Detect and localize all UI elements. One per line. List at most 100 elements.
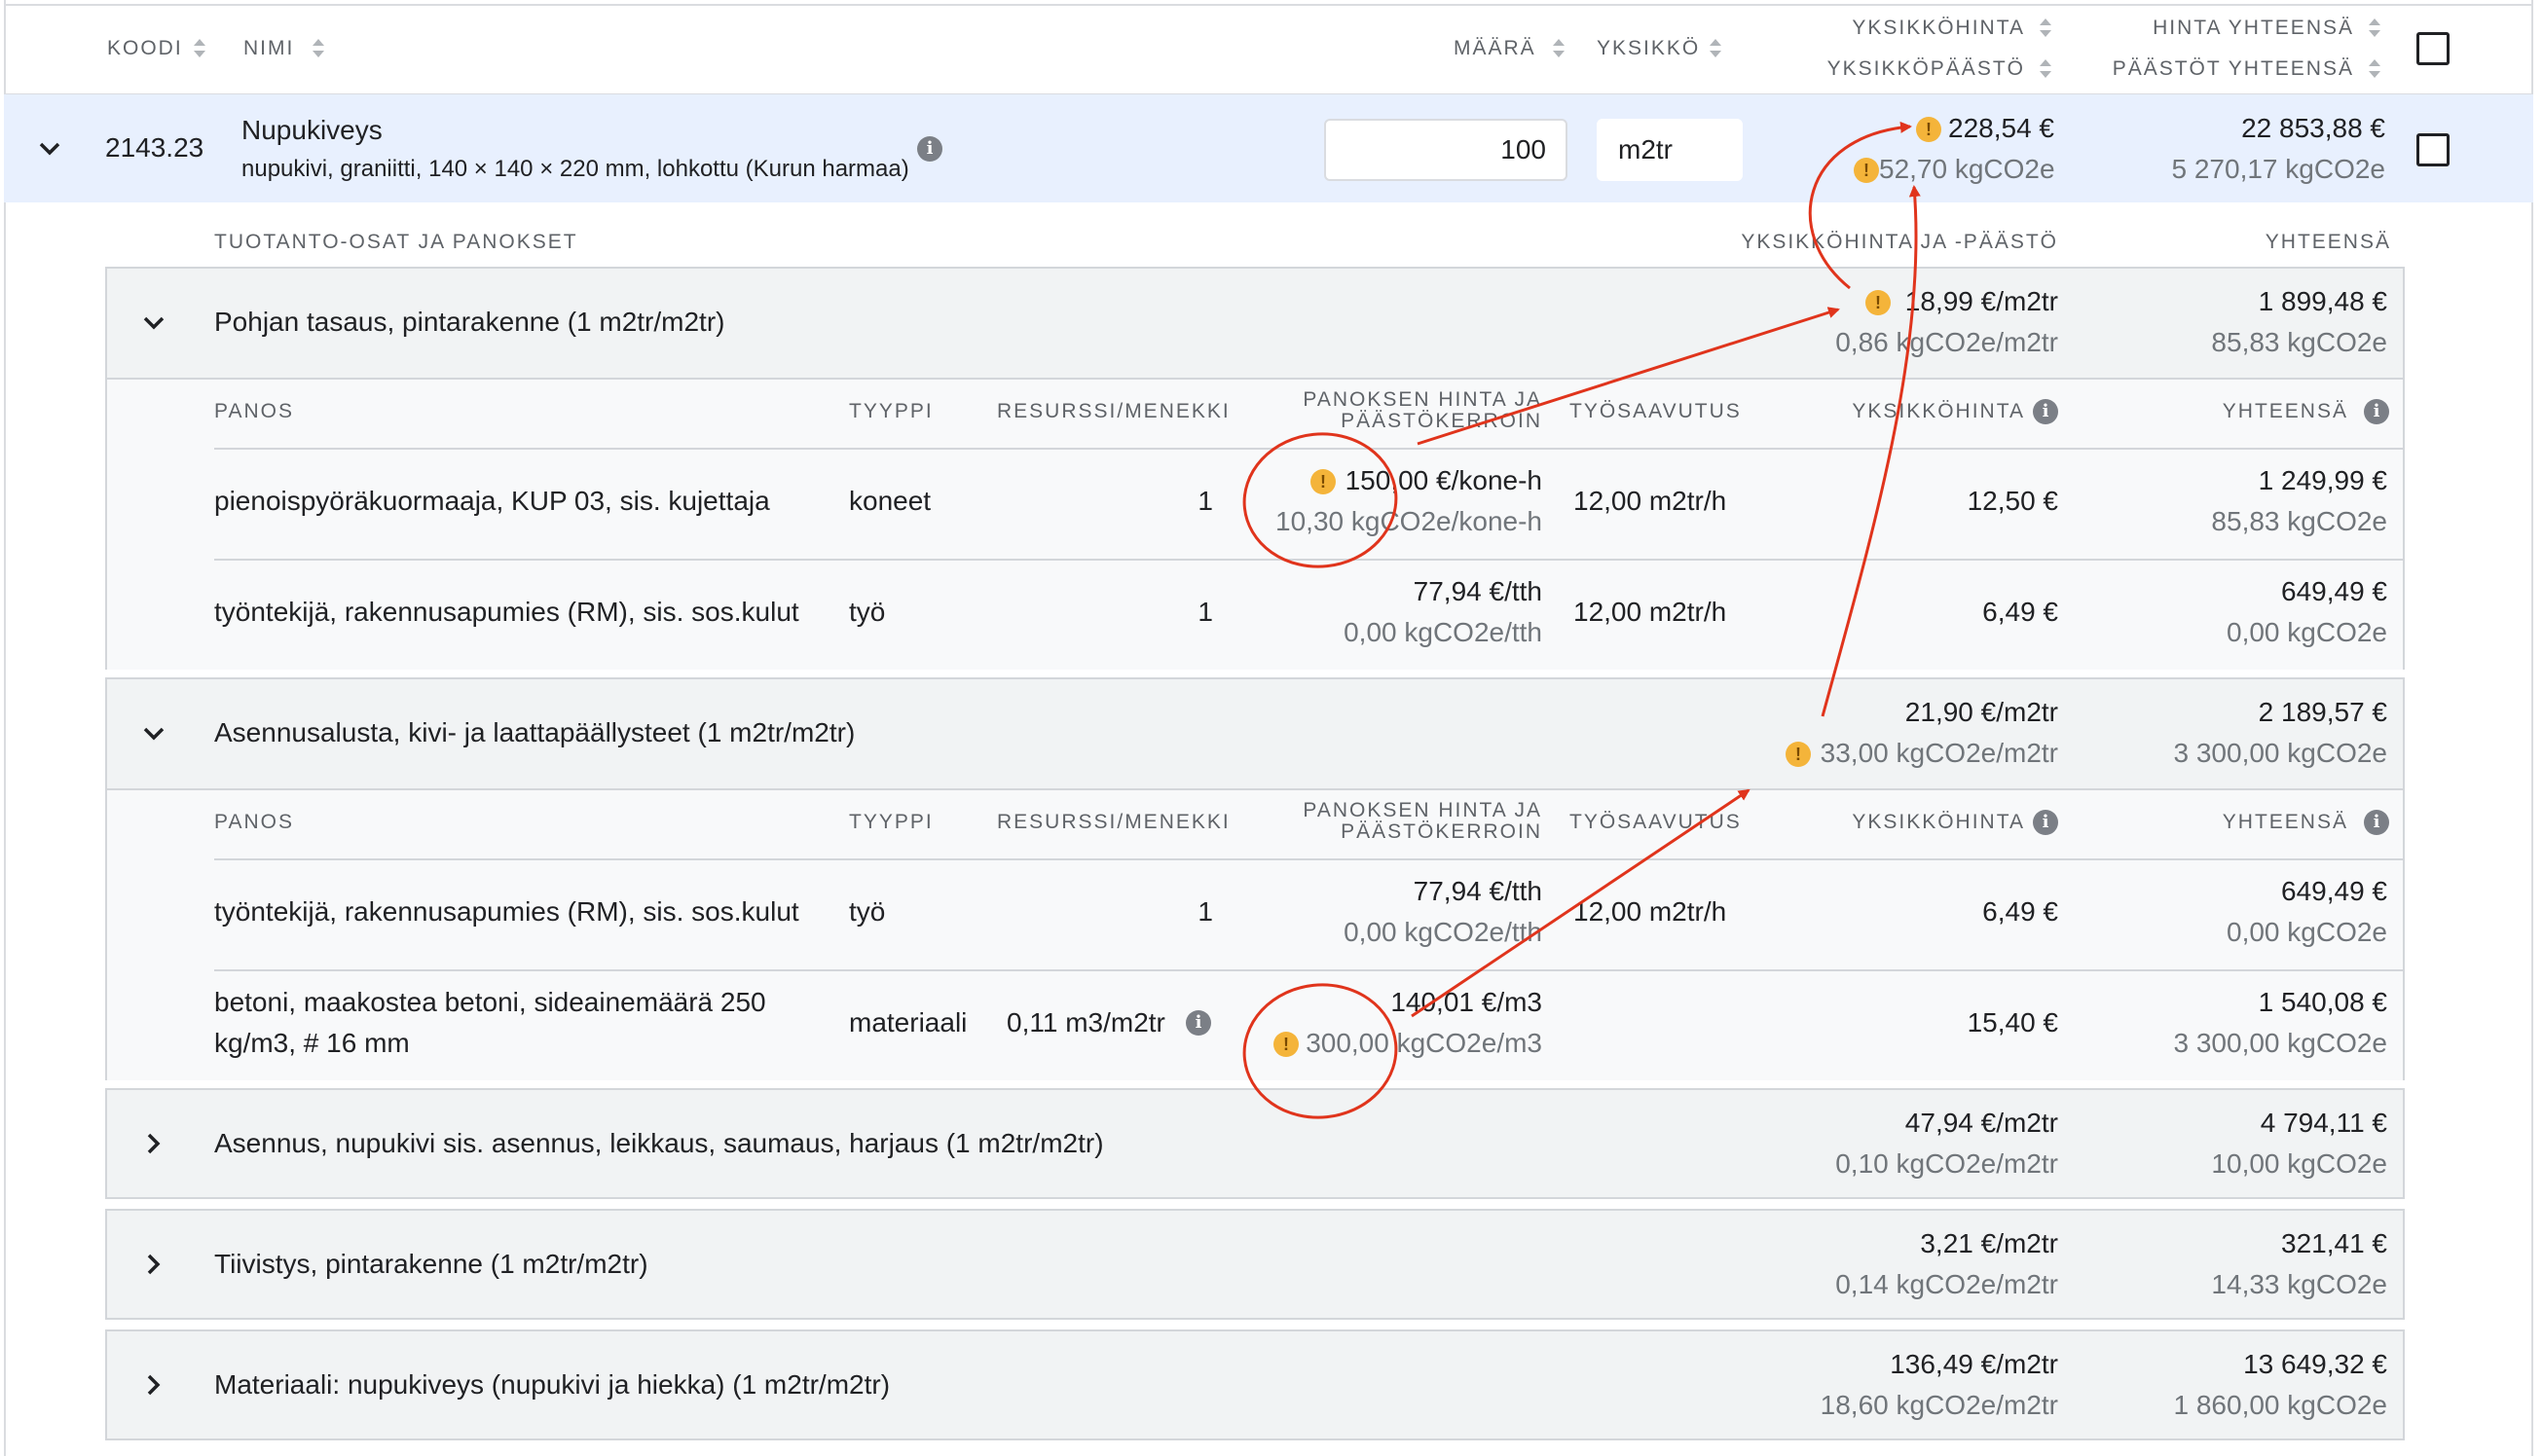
chevron-down-icon[interactable] — [139, 719, 168, 748]
input-type: työ — [849, 597, 886, 627]
part-title[interactable]: Materiaali: nupukiveys (nupukivi ja hiek… — [214, 1365, 890, 1404]
part-total-emission: 1 860,00 kgCO2e — [2173, 1390, 2388, 1420]
warning-icon: ! — [1854, 158, 1879, 183]
col-panos: PANOS — [214, 811, 294, 833]
part-unit-emission: 0,10 kgCO2e/m2tr — [1835, 1148, 2058, 1179]
part-title[interactable]: Asennusalusta, kivi- ja laattapäällystee… — [214, 713, 855, 752]
header-yksikkohinta[interactable]: YKSIKKÖHINTA — [1830, 16, 2025, 41]
input-productivity: 12,00 m2tr/h — [1573, 486, 1727, 516]
col-yksikkohinta: YKSIKKÖHINTA — [1852, 400, 2025, 422]
col-yksikkohinta: YKSIKKÖHINTA — [1852, 811, 2025, 833]
select-all-checkbox[interactable] — [2416, 32, 2450, 65]
header-yksikkopaasto[interactable]: YKSIKKÖPÄÄSTÖ — [1811, 56, 2025, 82]
input-unit-price: 12,50 € — [1967, 486, 2058, 516]
input-price: 140,01 €/m3 — [1390, 987, 1542, 1017]
sort-icon[interactable] — [312, 37, 325, 60]
row-code: 2143.23 — [105, 132, 204, 163]
input-name: betoni, maakostea betoni, sideainemäärä … — [214, 987, 766, 1017]
quantity-input[interactable]: 100 — [1324, 119, 1567, 181]
info-icon[interactable]: i — [2033, 810, 2058, 835]
frame-border — [2531, 0, 2533, 1456]
input-total-price: 649,49 € — [2281, 876, 2387, 906]
header-yksikko[interactable]: YKSIKKÖ — [1597, 36, 1700, 61]
input-resource: 1 — [1198, 896, 1213, 927]
unit-field[interactable]: m2tr — [1597, 119, 1743, 181]
input-unit-price: 15,40 € — [1967, 1007, 2058, 1037]
divider — [214, 969, 2403, 971]
frame-border — [4, 4, 2533, 6]
sort-icon[interactable] — [1552, 37, 1566, 60]
sort-icon[interactable] — [193, 37, 206, 60]
chevron-right-icon[interactable] — [139, 1129, 168, 1158]
col-tyyppi: TYYPPI — [849, 811, 934, 833]
total-emission: 5 270,17 kgCO2e — [2171, 154, 2386, 184]
chevron-right-icon[interactable] — [139, 1250, 168, 1279]
part-unit-emission: 0,86 kgCO2e/m2tr — [1835, 327, 2058, 357]
row-name: Nupukiveys — [241, 115, 383, 145]
sort-icon[interactable] — [2368, 57, 2381, 81]
input-name: työntekijä, rakennusapumies (RM), sis. s… — [214, 597, 799, 627]
part-total-price: 321,41 € — [2281, 1228, 2387, 1258]
cost-estimate-view: KOODI NIMI MÄÄRÄ YKSIKKÖ YKSIKKÖHINTA YK… — [0, 0, 2543, 1456]
col-paastokerroin: PÄÄSTÖKERROIN — [1341, 410, 1542, 432]
input-unit-price: 6,49 € — [1982, 597, 2058, 627]
unit-price: 228,54 € — [1948, 113, 2054, 143]
input-type: materiaali — [849, 1007, 968, 1037]
input-total-emission: 3 300,00 kgCO2e — [2173, 1028, 2388, 1058]
row-checkbox[interactable] — [2416, 133, 2450, 166]
divider — [214, 559, 2403, 561]
section-header-parts: TUOTANTO-OSAT JA PANOKSET — [214, 231, 578, 253]
part-unit-price: 47,94 €/m2tr — [1904, 1108, 2058, 1138]
total-price: 22 853,88 € — [2241, 113, 2385, 143]
part-title[interactable]: Asennus, nupukivi sis. asennus, leikkaus… — [214, 1124, 1104, 1163]
col-yhteensa: YHTEENSÄ — [2222, 400, 2348, 422]
sort-icon[interactable] — [1709, 37, 1722, 60]
input-factor: 0,00 kgCO2e/tth — [1344, 617, 1542, 647]
col-yhteensa: YHTEENSÄ — [2222, 811, 2348, 833]
col-paastokerroin: PÄÄSTÖKERROIN — [1341, 820, 1542, 843]
input-name: pienoispyöräkuormaaja, KUP 03, sis. kuje… — [214, 486, 770, 516]
unit-emission: 52,70 kgCO2e — [1879, 154, 2055, 184]
row-description: nupukivi, graniitti, 140 × 140 × 220 mm,… — [241, 156, 909, 182]
input-name: kg/m3, # 16 mm — [214, 1028, 410, 1058]
info-icon[interactable]: i — [2364, 810, 2389, 835]
input-factor: 0,00 kgCO2e/tth — [1344, 917, 1542, 947]
info-icon[interactable]: i — [1186, 1010, 1211, 1036]
sort-icon[interactable] — [2039, 57, 2052, 81]
sort-icon[interactable] — [2039, 17, 2052, 40]
part-unit-price: 18,99 €/m2tr — [1904, 286, 2058, 316]
part-total-price: 4 794,11 € — [2260, 1108, 2387, 1138]
input-type: työ — [849, 896, 886, 927]
input-unit-price: 6,49 € — [1982, 896, 2058, 927]
chevron-down-icon[interactable] — [35, 134, 64, 164]
info-icon[interactable]: i — [2364, 399, 2389, 424]
input-factor: 10,30 kgCO2e/kone-h — [1275, 506, 1542, 536]
header-maara[interactable]: MÄÄRÄ — [1454, 36, 1536, 61]
col-resurssi: RESURSSI/MENEKKI — [997, 811, 1231, 833]
sort-icon[interactable] — [2368, 17, 2381, 40]
input-name: työntekijä, rakennusapumies (RM), sis. s… — [214, 896, 799, 927]
part-unit-emission: 33,00 kgCO2e/m2tr — [1820, 738, 2058, 768]
part-total-emission: 3 300,00 kgCO2e — [2173, 738, 2388, 768]
header-hinta-yhteensa[interactable]: HINTA YHTEENSÄ — [2122, 16, 2354, 41]
input-total-price: 1 540,08 € — [2258, 987, 2387, 1017]
header-koodi[interactable]: KOODI — [107, 36, 183, 61]
chevron-down-icon[interactable] — [139, 309, 168, 338]
part-total-price: 1 899,48 € — [2258, 286, 2387, 316]
info-icon[interactable]: i — [2033, 399, 2058, 424]
info-icon[interactable]: i — [917, 136, 942, 162]
part-unit-price: 21,90 €/m2tr — [1904, 697, 2058, 727]
part-unit-price: 136,49 €/m2tr — [1890, 1349, 2058, 1379]
input-resource: 1 — [1198, 597, 1213, 627]
part-title[interactable]: Pohjan tasaus, pintarakenne (1 m2tr/m2tr… — [214, 303, 724, 342]
input-price: 77,94 €/tth — [1413, 576, 1542, 606]
input-resource: 1 — [1198, 486, 1213, 516]
warning-icon: ! — [1786, 742, 1811, 767]
input-resource: 0,11 m3/m2tr — [1007, 1007, 1165, 1037]
header-paastot-yhteensa[interactable]: PÄÄSTÖT YHTEENSÄ — [2103, 56, 2354, 82]
col-tyosaavutus: TYÖSAAVUTUS — [1569, 400, 1742, 422]
part-title[interactable]: Tiivistys, pintarakenne (1 m2tr/m2tr) — [214, 1245, 648, 1284]
header-nimi[interactable]: NIMI — [243, 36, 294, 61]
col-panoksen-hinta: PANOKSEN HINTA JA — [1303, 799, 1542, 821]
chevron-right-icon[interactable] — [139, 1370, 168, 1400]
